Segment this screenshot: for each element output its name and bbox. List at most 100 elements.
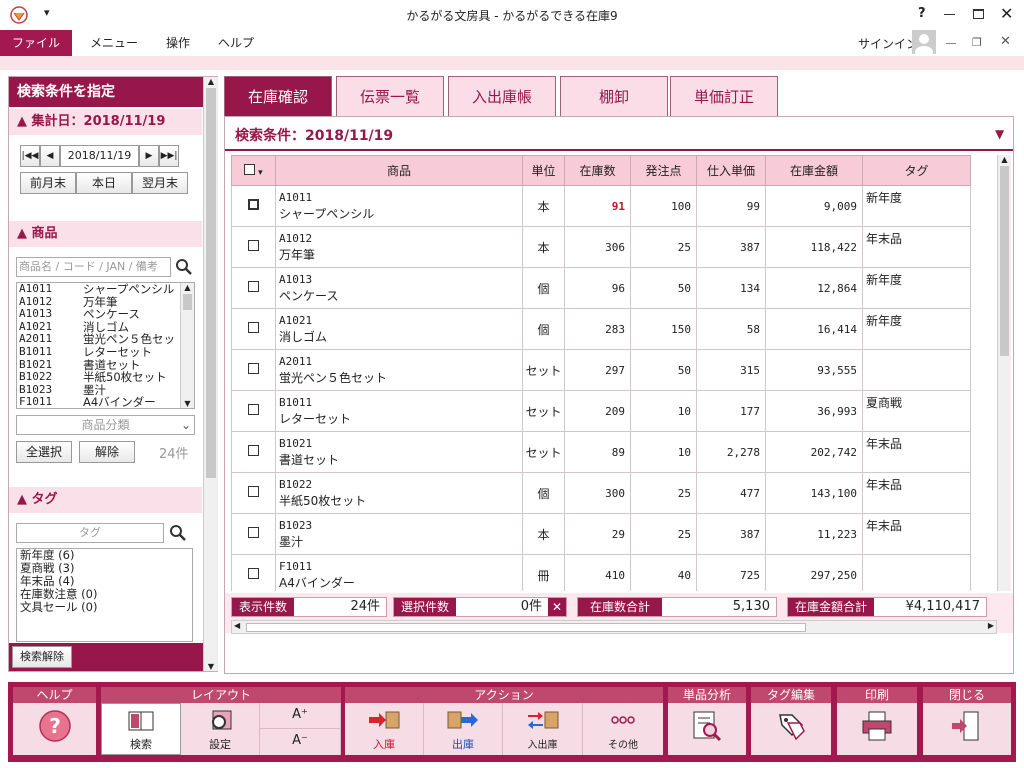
table-hscroll[interactable]: ◀ ▶: [231, 620, 997, 634]
product-list-item[interactable]: F1011 A4バインダー: [19, 396, 192, 408]
tag-edit-button[interactable]: [751, 703, 831, 755]
help-icon[interactable]: ?: [918, 6, 926, 21]
table-row[interactable]: A2011 蛍光ペン５色セット セット 297 50 315 93,555: [231, 349, 971, 391]
menu-menu[interactable]: メニュー: [76, 30, 152, 56]
table-row[interactable]: A1011 シャープペンシル 本 91 100 99 9,009 新年度: [231, 185, 971, 227]
product-list-item[interactable]: B1021 書道セット: [19, 359, 192, 372]
select-all-checkbox[interactable]: ▾: [231, 155, 276, 186]
ribbon-minimize-icon[interactable]: [946, 43, 956, 44]
stock-out-button[interactable]: 出庫: [424, 703, 503, 755]
product-list-item[interactable]: A2011 蛍光ペン５色セッ: [19, 333, 192, 346]
close-icon[interactable]: ✕: [1000, 4, 1013, 23]
tab-price-correction[interactable]: 単価訂正: [670, 76, 778, 117]
product-list-scrollbar[interactable]: ▲ ▼: [180, 283, 194, 408]
product-list-item[interactable]: A1021 消しゴム: [19, 321, 192, 334]
clear-selection-icon[interactable]: ✕: [548, 598, 566, 616]
expand-condition-icon[interactable]: ▼: [995, 127, 1004, 141]
analysis-button[interactable]: [668, 703, 746, 755]
prev-month-button[interactable]: |◀◀: [20, 145, 40, 167]
product-list[interactable]: A1011 シャープペンシル A1012 万年筆 A1013 ペンケース A1021 消しゴム…: [16, 282, 195, 409]
maximize-icon[interactable]: [973, 9, 984, 19]
row-checkbox[interactable]: [231, 349, 276, 391]
date-input[interactable]: 2018/11/19: [60, 145, 139, 167]
tag-search-input[interactable]: タグ: [16, 523, 164, 543]
row-checkbox[interactable]: [231, 267, 276, 309]
table-row[interactable]: B1023 墨汁 本 29 25 387 11,223 年末品: [231, 513, 971, 555]
col-unit-header[interactable]: 単位: [522, 155, 565, 186]
table-row[interactable]: B1011 レターセット セット 209 10 177 36,993 夏商戦: [231, 390, 971, 432]
next-month-end-button[interactable]: 翌月末: [132, 172, 188, 194]
next-day-button[interactable]: ▶: [139, 145, 159, 167]
product-list-item[interactable]: B1022 半紙50枚セット: [19, 371, 192, 384]
next-month-button[interactable]: ▶▶|: [159, 145, 179, 167]
minimize-icon[interactable]: [944, 14, 955, 15]
product-list-item[interactable]: B1023 墨汁: [19, 384, 192, 397]
avatar[interactable]: [912, 30, 936, 58]
category-select[interactable]: 商品分類 ⌄: [16, 415, 195, 435]
row-checkbox[interactable]: [231, 226, 276, 268]
table-row[interactable]: A1012 万年筆 本 306 25 387 118,422 年末品: [231, 226, 971, 268]
tag-list-item[interactable]: 文具セール (0): [20, 601, 189, 614]
deselect-button[interactable]: 解除: [79, 441, 135, 463]
ribbon-close-icon[interactable]: ✕: [1000, 34, 1011, 49]
table-row[interactable]: A1021 消しゴム 個 283 150 58 16,414 新年度: [231, 308, 971, 350]
tab-slip-list[interactable]: 伝票一覧: [336, 76, 444, 117]
row-checkbox[interactable]: [231, 472, 276, 514]
row-checkbox[interactable]: [231, 513, 276, 555]
table-row[interactable]: B1021 書道セット セット 89 10 2,278 202,742 年末品: [231, 431, 971, 473]
col-reorder-header[interactable]: 発注点: [630, 155, 697, 186]
product-search-input[interactable]: 商品名 / コード / JAN / 備考: [16, 257, 171, 277]
select-all-button[interactable]: 全選択: [16, 441, 72, 463]
row-checkbox[interactable]: [231, 554, 276, 591]
reorder-cell: 25: [630, 472, 697, 514]
table-row[interactable]: B1022 半紙50枚セット 個 300 25 477 143,100 年末品: [231, 472, 971, 514]
product-list-item[interactable]: A1011 シャープペンシル: [19, 283, 192, 296]
product-section-header[interactable]: ▲ 商品: [9, 221, 202, 247]
menu-help[interactable]: ヘルプ: [204, 30, 268, 56]
settings-button[interactable]: 設定: [181, 703, 260, 755]
tab-inventory[interactable]: 棚卸: [560, 76, 668, 117]
row-checkbox[interactable]: [231, 390, 276, 432]
tab-in-out-book[interactable]: 入出庫帳: [448, 76, 556, 117]
signin-link[interactable]: サインイン: [858, 35, 918, 52]
prev-month-end-button[interactable]: 前月末: [20, 172, 76, 194]
product-list-item[interactable]: A1012 万年筆: [19, 296, 192, 309]
font-increase-button[interactable]: A⁺: [260, 703, 341, 729]
col-stock-header[interactable]: 在庫数: [564, 155, 631, 186]
font-decrease-button[interactable]: A⁻: [260, 729, 341, 755]
prev-day-button[interactable]: ◀: [40, 145, 60, 167]
menu-file[interactable]: ファイル: [0, 30, 73, 56]
other-action-button[interactable]: その他: [583, 703, 663, 755]
product-list-item[interactable]: A1013 ペンケース: [19, 308, 192, 321]
search-icon[interactable]: [169, 524, 187, 542]
print-button[interactable]: [837, 703, 917, 755]
table-row[interactable]: F1011 A4バインダー 冊 410 40 725 297,250: [231, 554, 971, 591]
table-row[interactable]: A1013 ペンケース 個 96 50 134 12,864 新年度: [231, 267, 971, 309]
search-icon[interactable]: [175, 258, 193, 276]
menu-operation[interactable]: 操作: [152, 30, 204, 56]
table-vscroll[interactable]: ▲: [997, 155, 1011, 591]
col-cost-header[interactable]: 仕入単価: [696, 155, 766, 186]
help-button[interactable]: ?: [13, 703, 96, 755]
col-amount-header[interactable]: 在庫金額: [765, 155, 863, 186]
clear-search-button[interactable]: 検索解除: [12, 646, 72, 668]
date-section-header[interactable]: ▲ 集計日：2018/11/19: [9, 109, 202, 135]
today-button[interactable]: 本日: [76, 172, 132, 194]
stock-in-button[interactable]: 入庫: [345, 703, 424, 755]
reorder-cell: 100: [630, 185, 697, 227]
ribbon-restore-icon[interactable]: ❐: [972, 36, 982, 49]
search-layout-button[interactable]: 検索: [101, 703, 181, 755]
close-app-button[interactable]: [923, 703, 1011, 755]
col-tag-header[interactable]: タグ: [862, 155, 971, 186]
col-product-header[interactable]: 商品: [275, 155, 523, 186]
tag-list[interactable]: 新年度 (6) 夏商戦 (3) 年末品 (4) 在庫数注意 (0) 文具セール (0): [16, 548, 193, 642]
row-checkbox[interactable]: [231, 185, 276, 227]
row-checkbox[interactable]: [231, 308, 276, 350]
stock-in-out-button[interactable]: 入出庫: [503, 703, 583, 755]
row-checkbox[interactable]: [231, 431, 276, 473]
product-list-item[interactable]: B1011 レターセット: [19, 346, 192, 359]
search-panel-scrollbar[interactable]: ▲ ▼: [203, 77, 218, 671]
tab-stock-check[interactable]: 在庫確認: [224, 76, 332, 117]
cost-cell: 2,278: [696, 431, 766, 473]
tag-section-header[interactable]: ▲ タグ: [9, 487, 202, 513]
